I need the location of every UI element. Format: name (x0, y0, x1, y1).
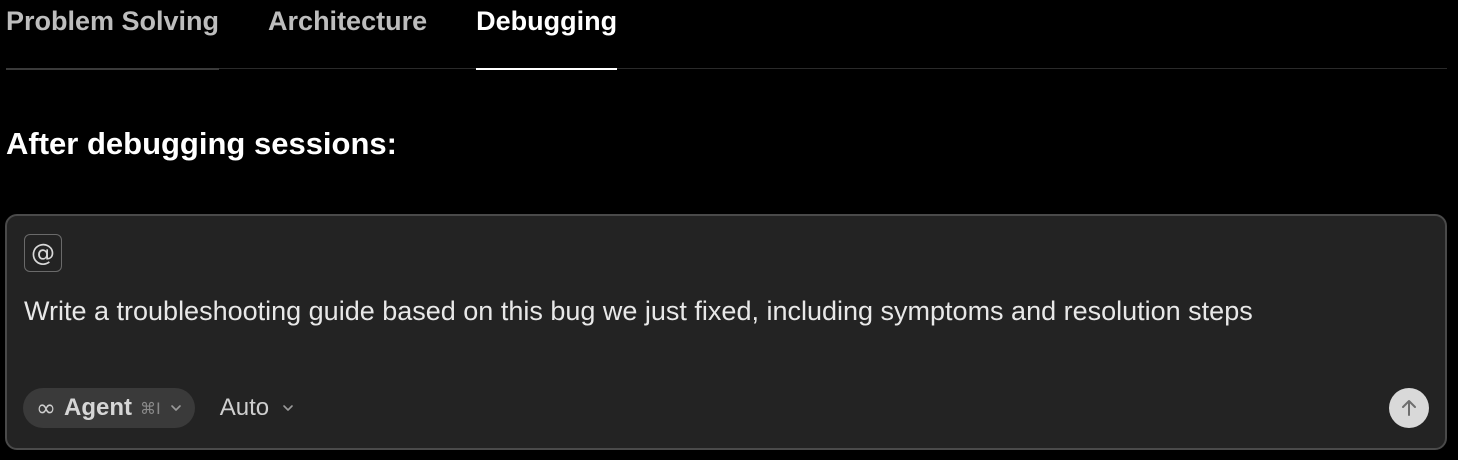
composer-footer: ∞ Agent ⌘I Auto (23, 388, 295, 428)
model-label: Auto (219, 394, 270, 421)
at-icon[interactable]: @ (24, 234, 62, 272)
send-button[interactable] (1389, 388, 1429, 428)
arrow-up-icon (1402, 400, 1416, 416)
tab-bar: Problem Solving Architecture Debugging (6, 0, 1447, 70)
agent-mode-label: Agent (64, 394, 132, 421)
chevron-down-icon (170, 405, 181, 411)
at-symbol: @ (31, 239, 55, 267)
tab-label: Debugging (476, 6, 618, 36)
tab-architecture[interactable]: Architecture (268, 0, 427, 69)
tab-underline (6, 68, 220, 70)
tab-label: Architecture (268, 6, 428, 36)
tab-debugging[interactable]: Debugging (476, 0, 618, 70)
model-selector[interactable]: Auto (220, 394, 295, 422)
page: Problem Solving Architecture Debugging A… (0, 0, 1458, 460)
infinity-icon: ∞ (36, 394, 56, 422)
agent-mode-selector[interactable]: ∞ Agent ⌘I (23, 388, 195, 428)
prompt-input[interactable]: Write a troubleshooting guide based on t… (24, 296, 1253, 327)
agent-shortcut-hint: ⌘I (140, 398, 161, 418)
tab-problem-solving[interactable]: Problem Solving (6, 0, 220, 70)
tab-label: Problem Solving (6, 6, 220, 36)
prompt-composer: @ Write a troubleshooting guide based on… (5, 214, 1447, 450)
section-heading: After debugging sessions: (6, 126, 397, 161)
chevron-down-icon (283, 405, 293, 411)
tab-active-underline (476, 68, 618, 70)
